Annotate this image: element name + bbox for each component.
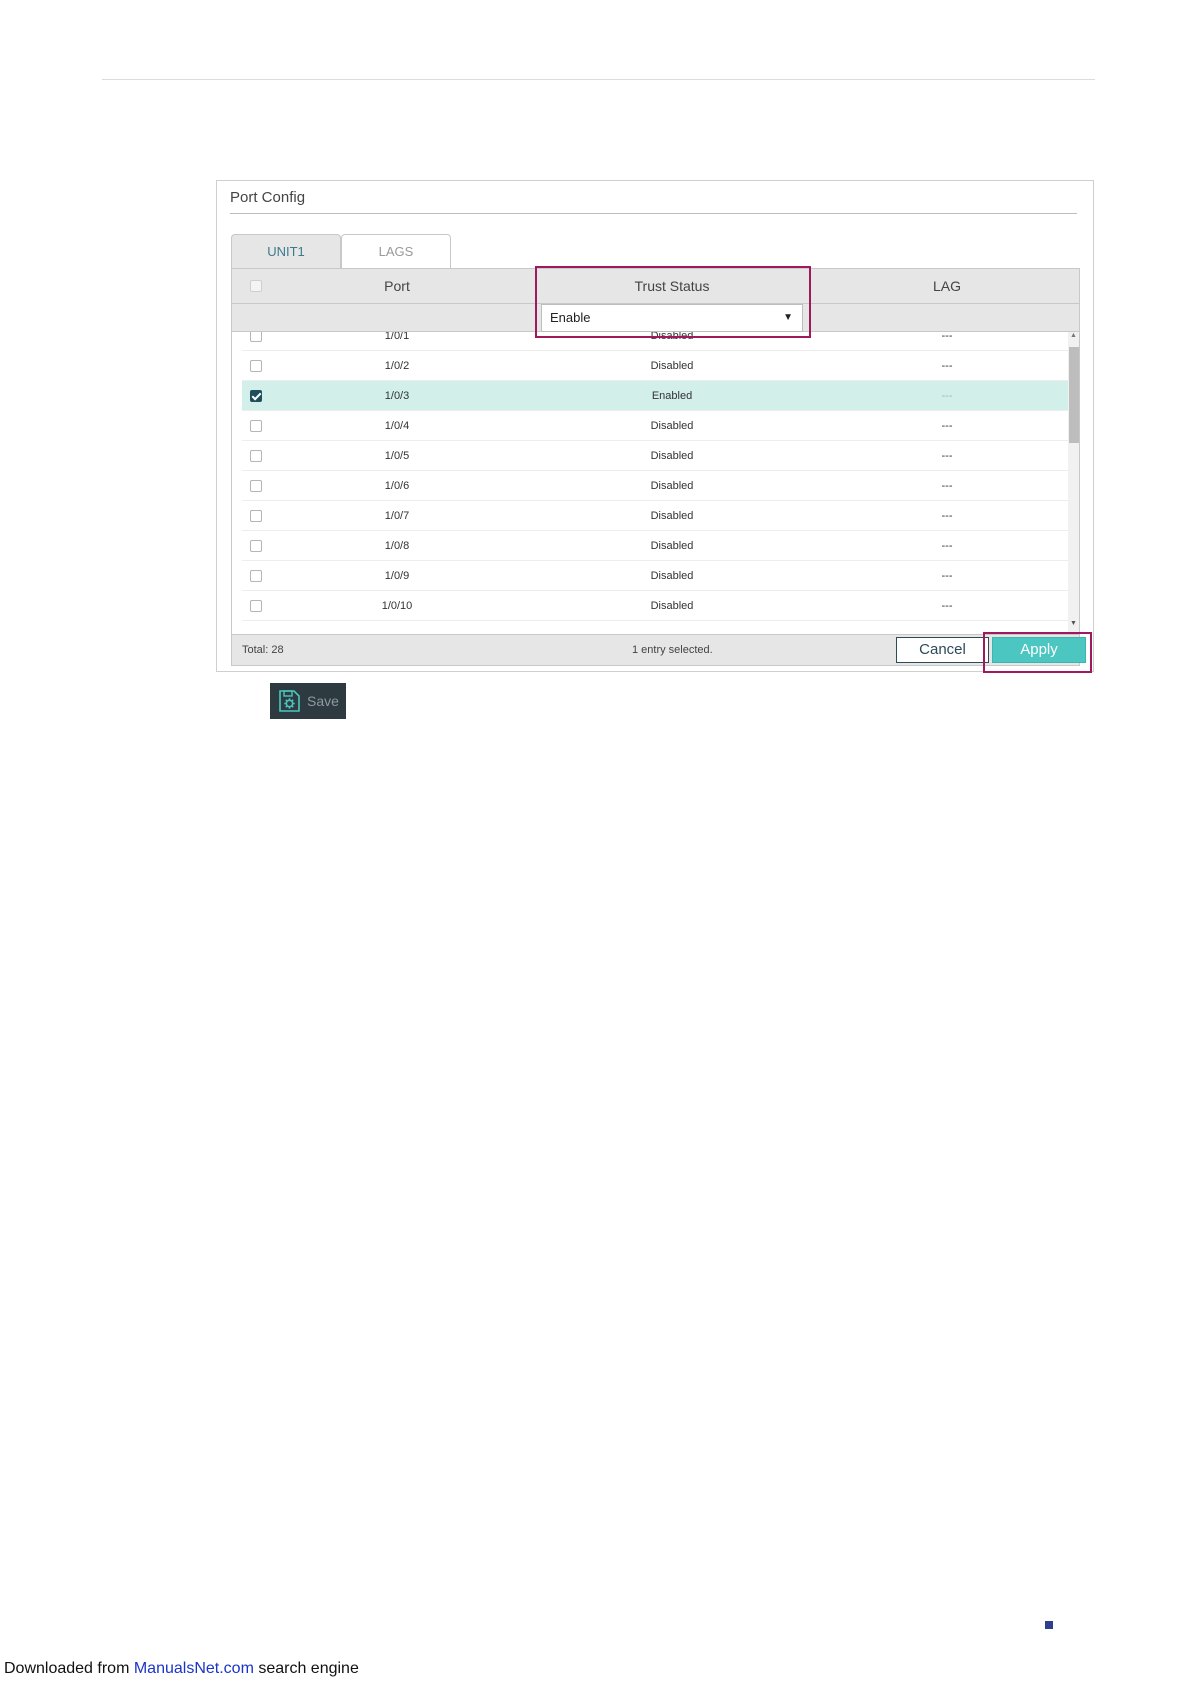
table-row[interactable]: 1/0/4 Disabled --- bbox=[242, 411, 1068, 441]
dropdown-arrow-icon: ▼ bbox=[783, 312, 793, 323]
trust-status-cell: Disabled bbox=[650, 332, 694, 342]
port-cell: 1/0/1 bbox=[384, 332, 410, 342]
port-cell: 1/0/6 bbox=[384, 480, 410, 492]
cancel-button[interactable]: Cancel bbox=[896, 637, 989, 663]
scroll-up-arrow-icon[interactable]: ▲ bbox=[1068, 332, 1079, 344]
lag-cell: --- bbox=[941, 450, 953, 462]
table-row[interactable]: 1/0/8 Disabled --- bbox=[242, 531, 1068, 561]
port-table: Port Trust Status LAG Enable ▼ 1/0/1 Disa… bbox=[231, 268, 1086, 666]
column-header-trust-status[interactable]: Trust Status bbox=[522, 269, 822, 304]
trust-status-select[interactable]: Enable ▼ bbox=[541, 304, 803, 332]
lag-cell: --- bbox=[941, 510, 953, 522]
table-row[interactable]: 1/0/3 Enabled --- bbox=[242, 381, 1068, 411]
port-cell: 1/0/2 bbox=[384, 360, 410, 372]
panel-title: Port Config bbox=[230, 189, 306, 206]
row-checkbox[interactable] bbox=[250, 510, 262, 522]
select-all-checkbox[interactable] bbox=[250, 280, 262, 292]
row-checkbox[interactable] bbox=[250, 600, 262, 612]
page-marker bbox=[1045, 1621, 1053, 1629]
lag-cell: --- bbox=[941, 480, 953, 492]
lag-cell: --- bbox=[941, 390, 953, 402]
lag-cell: --- bbox=[941, 360, 953, 372]
trust-status-cell: Disabled bbox=[650, 360, 694, 372]
row-checkbox[interactable] bbox=[250, 480, 262, 492]
row-checkbox[interactable] bbox=[250, 420, 262, 432]
table-header: Port Trust Status LAG bbox=[232, 269, 1079, 304]
table-row[interactable]: 1/0/7 Disabled --- bbox=[242, 501, 1068, 531]
lag-cell: --- bbox=[941, 600, 953, 612]
trust-status-cell: Disabled bbox=[650, 540, 694, 552]
top-divider bbox=[102, 79, 1095, 80]
table-row[interactable]: 1/0/10 Disabled --- bbox=[242, 591, 1068, 621]
trust-status-cell: Disabled bbox=[650, 420, 694, 432]
tab-lags[interactable]: LAGS bbox=[341, 234, 451, 268]
trust-status-cell: Disabled bbox=[650, 450, 694, 462]
download-note-prefix: Downloaded from bbox=[4, 1660, 134, 1677]
selection-status: 1 entry selected. bbox=[632, 644, 713, 656]
download-note: Downloaded from ManualsNet.com search en… bbox=[4, 1660, 359, 1678]
tab-unit1[interactable]: UNIT1 bbox=[231, 234, 341, 268]
row-checkbox[interactable] bbox=[250, 332, 262, 342]
port-cell: 1/0/8 bbox=[384, 540, 410, 552]
row-checkbox[interactable] bbox=[250, 360, 262, 372]
port-config-panel: Port Config UNIT1 LAGS Port Trust Status… bbox=[216, 180, 1094, 672]
table-row[interactable]: 1/0/5 Disabled --- bbox=[242, 441, 1068, 471]
row-checkbox[interactable] bbox=[250, 540, 262, 552]
filter-row: Enable ▼ bbox=[232, 304, 1079, 332]
column-header-lag[interactable]: LAG bbox=[822, 269, 1072, 304]
row-checkbox[interactable] bbox=[250, 570, 262, 582]
scroll-down-arrow-icon[interactable]: ▼ bbox=[1068, 620, 1079, 632]
lag-cell: --- bbox=[941, 420, 953, 432]
port-cell: 1/0/3 bbox=[384, 390, 410, 402]
lag-cell: --- bbox=[941, 332, 953, 342]
lag-cell: --- bbox=[941, 540, 953, 552]
table-footer: Total: 28 1 entry selected. Cancel Apply bbox=[232, 634, 1086, 665]
row-checkbox[interactable] bbox=[250, 390, 262, 402]
manualsnet-link[interactable]: ManualsNet.com bbox=[134, 1660, 254, 1677]
table-body: 1/0/1 Disabled --- 1/0/2 Disabled --- 1/0/3 Ena… bbox=[232, 332, 1068, 634]
trust-status-cell: Enabled bbox=[651, 390, 693, 402]
save-gear-icon bbox=[279, 690, 300, 712]
table-row[interactable]: 1/0/9 Disabled --- bbox=[242, 561, 1068, 591]
port-cell: 1/0/7 bbox=[384, 510, 410, 522]
table-row[interactable]: 1/0/6 Disabled --- bbox=[242, 471, 1068, 501]
port-cell: 1/0/9 bbox=[384, 570, 410, 582]
download-note-suffix: search engine bbox=[253, 1660, 359, 1677]
trust-status-select-value: Enable bbox=[550, 310, 591, 325]
save-button-label: Save bbox=[307, 693, 339, 709]
port-cell: 1/0/10 bbox=[381, 600, 413, 612]
trust-status-cell: Disabled bbox=[650, 510, 694, 522]
panel-title-divider bbox=[230, 213, 1077, 214]
trust-status-cell: Disabled bbox=[650, 600, 694, 612]
apply-button[interactable]: Apply bbox=[992, 637, 1086, 663]
total-count: Total: 28 bbox=[242, 644, 284, 656]
trust-status-cell: Disabled bbox=[650, 480, 694, 492]
save-button[interactable]: Save bbox=[270, 683, 346, 719]
row-checkbox[interactable] bbox=[250, 450, 262, 462]
scrollbar-thumb[interactable] bbox=[1069, 347, 1079, 443]
table-row[interactable]: 1/0/2 Disabled --- bbox=[242, 351, 1068, 381]
port-cell: 1/0/5 bbox=[384, 450, 410, 462]
column-header-port[interactable]: Port bbox=[272, 269, 522, 304]
lag-cell: --- bbox=[941, 570, 953, 582]
trust-status-cell: Disabled bbox=[650, 570, 694, 582]
table-row[interactable]: 1/0/1 Disabled --- bbox=[242, 332, 1068, 351]
port-cell: 1/0/4 bbox=[384, 420, 410, 432]
